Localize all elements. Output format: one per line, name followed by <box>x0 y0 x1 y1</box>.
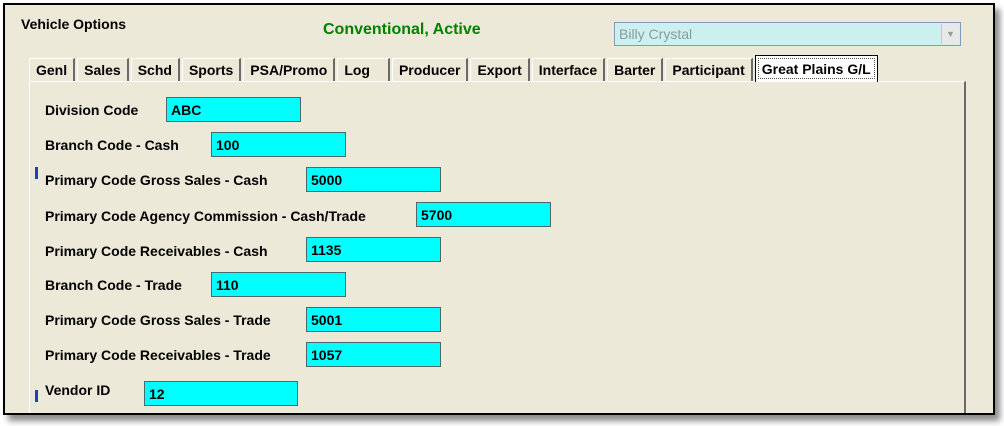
division-code-field[interactable] <box>166 97 301 122</box>
tab-psa-promo[interactable]: PSA/Promo <box>243 58 336 81</box>
primary-gross-sales-cash-label: Primary Code Gross Sales - Cash <box>45 172 268 188</box>
primary-gross-sales-cash-field[interactable] <box>306 167 441 192</box>
tab-genl[interactable]: Genl <box>29 58 76 81</box>
branch-code-cash-label: Branch Code - Cash <box>45 137 179 153</box>
person-select-value: Billy Crystal <box>619 26 693 42</box>
tab-great-plains-gl[interactable]: Great Plains G/L <box>754 55 878 82</box>
vendor-id-field[interactable] <box>144 381 298 406</box>
primary-gross-sales-trade-label: Primary Code Gross Sales - Trade <box>45 312 271 328</box>
division-code-label: Division Code <box>45 102 139 118</box>
branch-code-trade-label: Branch Code - Trade <box>45 277 182 293</box>
tab-sales[interactable]: Sales <box>77 58 129 81</box>
branch-code-cash-field[interactable] <box>211 132 346 157</box>
tab-producer[interactable]: Producer <box>391 58 469 81</box>
primary-receivables-trade-field[interactable] <box>306 342 441 367</box>
primary-receivables-cash-label: Primary Code Receivables - Cash <box>45 243 268 259</box>
tab-barter[interactable]: Barter <box>607 58 664 81</box>
window-title: Vehicle Options <box>21 16 127 32</box>
tab-sports[interactable]: Sports <box>181 58 242 81</box>
primary-agency-commission-label: Primary Code Agency Commission - Cash/Tr… <box>45 208 366 224</box>
tab-export[interactable]: Export <box>470 58 530 81</box>
great-plains-gl-panel: Division Code Branch Code - Cash Primary… <box>29 81 966 413</box>
tab-bar: Genl Sales Schd Sports PSA/Promo Log Pro… <box>29 55 880 82</box>
left-marker <box>35 167 38 179</box>
primary-agency-commission-field[interactable] <box>416 202 551 227</box>
branch-code-trade-field[interactable] <box>211 272 346 297</box>
primary-gross-sales-trade-field[interactable] <box>306 307 441 332</box>
tab-interface[interactable]: Interface <box>531 58 606 81</box>
tab-schd[interactable]: Schd <box>130 58 180 81</box>
vehicle-status: Conventional, Active <box>323 21 481 38</box>
left-marker <box>35 390 38 402</box>
tab-log[interactable]: Log <box>337 58 390 81</box>
tab-participant[interactable]: Participant <box>665 58 753 81</box>
primary-receivables-trade-label: Primary Code Receivables - Trade <box>45 347 271 363</box>
person-select[interactable]: Billy Crystal ▼ <box>614 22 961 46</box>
vendor-id-label: Vendor ID <box>45 382 111 398</box>
primary-receivables-cash-field[interactable] <box>306 237 441 262</box>
chevron-down-icon[interactable]: ▼ <box>941 24 959 44</box>
vehicle-options-window: Vehicle Options Conventional, Active Bil… <box>3 3 995 415</box>
